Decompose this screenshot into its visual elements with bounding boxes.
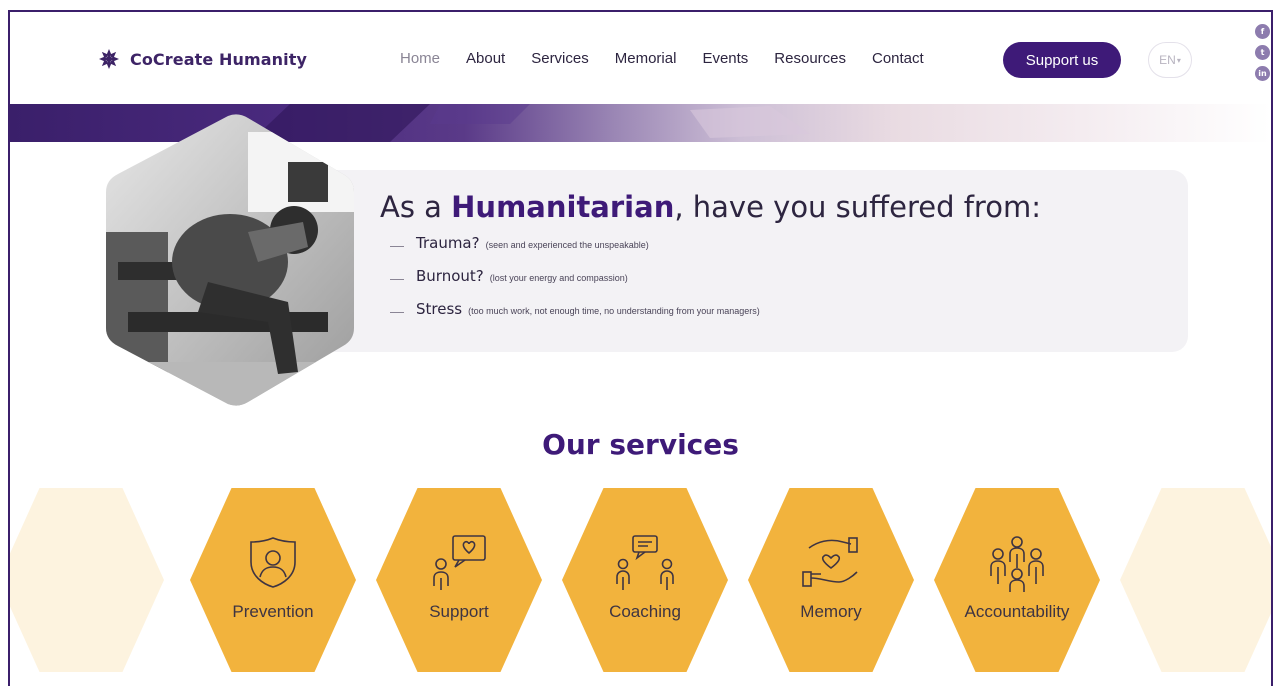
group-people-icon	[990, 536, 1044, 592]
language-selector[interactable]: EN ▾	[1148, 42, 1192, 78]
hero-title-suffix: , have you suffered from:	[674, 190, 1041, 224]
nav-resources[interactable]: Resources	[774, 50, 846, 67]
hero-term: Burnout?	[416, 267, 484, 285]
nav-memorial[interactable]: Memorial	[615, 50, 677, 67]
hero-term: Trauma?	[416, 234, 480, 252]
nav-about[interactable]: About	[466, 50, 505, 67]
hero-note: (too much work, not enough time, no unde…	[468, 306, 760, 316]
hero-title-prefix: As a	[380, 190, 442, 224]
dash-icon	[390, 279, 404, 280]
asterisk-flower-icon	[99, 49, 119, 69]
chevron-down-icon: ▾	[1176, 55, 1181, 65]
services-title: Our services	[542, 428, 739, 461]
logo[interactable]: CoCreate Humanity	[98, 48, 307, 70]
list-item: Trauma? (seen and experienced the unspea…	[390, 234, 760, 267]
dash-icon	[390, 312, 404, 313]
service-memory[interactable]: Memory	[748, 488, 914, 672]
service-coaching[interactable]: Coaching	[562, 488, 728, 672]
site-header: CoCreate Humanity Home About Services Me…	[10, 12, 1271, 104]
nav-services[interactable]: Services	[531, 50, 589, 67]
hero-note: (lost your energy and compassion)	[489, 273, 628, 283]
shield-person-icon	[250, 537, 296, 588]
hands-heart-icon	[802, 537, 858, 587]
dash-icon	[390, 246, 404, 247]
brand-name: CoCreate Humanity	[130, 49, 307, 69]
service-label: Memory	[800, 602, 862, 621]
twitter-icon[interactable]: t	[1255, 45, 1270, 60]
linkedin-icon[interactable]: in	[1255, 66, 1270, 81]
hero-term: Stress	[416, 300, 463, 318]
list-item: Burnout? (lost your energy and compassio…	[390, 267, 760, 300]
two-people-chat-icon	[616, 535, 674, 590]
service-support[interactable]: Support	[376, 488, 542, 672]
nav-home[interactable]: Home	[400, 50, 440, 67]
services-left-fade	[10, 488, 164, 672]
facebook-icon[interactable]: f	[1255, 24, 1270, 39]
service-label: Support	[429, 602, 489, 621]
hero-title: As a Humanitarian, have you suffered fro…	[380, 190, 1041, 224]
nav-events[interactable]: Events	[702, 50, 748, 67]
service-prevention[interactable]: Prevention	[190, 488, 356, 672]
nav-contact[interactable]: Contact	[872, 50, 924, 67]
hero-title-highlight: Humanitarian	[451, 190, 675, 224]
hero-note: (seen and experienced the unspeakable)	[485, 240, 649, 250]
page-frame: CoCreate Humanity Home About Services Me…	[8, 10, 1273, 686]
service-accountability[interactable]: Accountability	[934, 488, 1100, 672]
service-label: Coaching	[609, 602, 681, 621]
list-item: Stress (too much work, not enough time, …	[390, 300, 760, 333]
support-us-button[interactable]: Support us	[1003, 42, 1121, 78]
language-label: EN	[1159, 53, 1176, 67]
person-distressed-photo	[106, 114, 354, 406]
hero-list: Trauma? (seen and experienced the unspea…	[390, 234, 760, 333]
main-nav: Home About Services Memorial Events Reso…	[400, 50, 950, 67]
social-links: f t in	[1255, 24, 1270, 81]
service-label: Accountability	[964, 602, 1070, 621]
service-label: Prevention	[232, 602, 314, 621]
person-chat-heart-icon	[433, 535, 486, 590]
services-right-fade	[1120, 488, 1271, 672]
